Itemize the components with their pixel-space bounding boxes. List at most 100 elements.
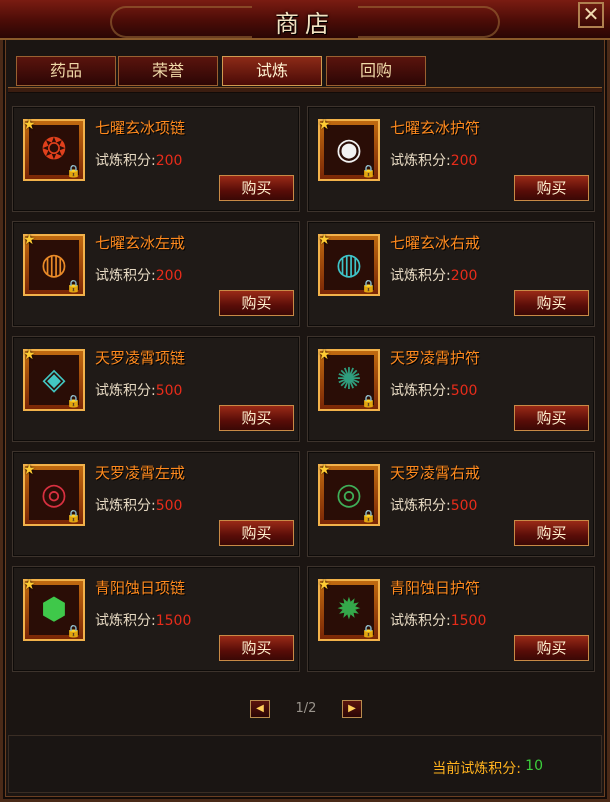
item-slot[interactable]: ◉ ★ 🔒 [318, 117, 380, 181]
cost-value: 200 [450, 153, 478, 169]
lock-icon: 🔒 [361, 509, 376, 523]
item-slot[interactable]: ⬢ ★ 🔒 [23, 577, 85, 641]
lock-icon: 🔒 [361, 394, 376, 408]
star-icon: ★ [318, 117, 331, 133]
footer-panel: 当前试炼积分: 10 [8, 735, 602, 793]
lock-icon: 🔒 [66, 279, 81, 293]
cost-label: 试炼积分: [95, 613, 156, 629]
item-cost: 试炼积分:1500 [390, 610, 486, 630]
window-title: 商店 [275, 10, 335, 38]
cost-label: 试炼积分: [390, 498, 451, 514]
star-icon: ★ [23, 117, 36, 133]
buy-button[interactable]: 购买 [514, 635, 589, 661]
item-slot[interactable]: ✺ ★ 🔒 [318, 347, 380, 411]
buy-button[interactable]: 购买 [219, 520, 294, 546]
item-cost: 试炼积分:200 [390, 150, 477, 170]
item-slot[interactable]: ✹ ★ 🔒 [318, 577, 380, 641]
buy-button[interactable]: 购买 [219, 635, 294, 661]
cost-value: 1500 [450, 613, 487, 629]
cost-label: 试炼积分: [95, 383, 156, 399]
buy-button[interactable]: 购买 [514, 290, 589, 316]
item-slot[interactable]: ◈ ★ 🔒 [23, 347, 85, 411]
cost-value: 500 [155, 383, 183, 399]
close-button[interactable]: ✕ [578, 2, 604, 28]
buy-button[interactable]: 购买 [514, 175, 589, 201]
page-indicator: 1/2 [295, 701, 317, 716]
item-cost: 试炼积分:200 [95, 150, 182, 170]
item-name: 青阳蚀日护符 [390, 579, 481, 597]
lock-icon: 🔒 [66, 394, 81, 408]
item-name: 天罗凌霄护符 [390, 349, 481, 367]
cost-value: 500 [450, 498, 478, 514]
star-icon: ★ [318, 232, 331, 248]
item-slot[interactable]: ◎ ★ 🔒 [23, 462, 85, 526]
cost-label: 试炼积分: [390, 383, 451, 399]
buy-button[interactable]: 购买 [219, 175, 294, 201]
item-cost: 试炼积分:500 [95, 380, 182, 400]
item-slot[interactable]: ◍ ★ 🔒 [23, 232, 85, 296]
cost-value: 200 [450, 268, 478, 284]
title-bar: 商店 ✕ [0, 0, 610, 40]
item-cost: 试炼积分:500 [95, 495, 182, 515]
cost-label: 试炼积分: [95, 153, 156, 169]
star-icon: ★ [23, 347, 36, 363]
buy-button[interactable]: 购买 [219, 290, 294, 316]
item-name: 七曜玄冰右戒 [390, 234, 481, 252]
cost-value: 500 [450, 383, 478, 399]
points-value: 10 [525, 758, 543, 774]
buy-button[interactable]: 购买 [514, 520, 589, 546]
tab-trial[interactable]: 试炼 [222, 56, 322, 86]
item-name: 青阳蚀日项链 [95, 579, 186, 597]
cost-label: 试炼积分: [95, 498, 156, 514]
tab-divider [8, 87, 602, 93]
item-cost: 试炼积分:200 [95, 265, 182, 285]
cost-label: 试炼积分: [390, 153, 451, 169]
item-cost: 试炼积分:1500 [95, 610, 191, 630]
item-name: 天罗凌霄左戒 [95, 464, 186, 482]
cost-value: 200 [155, 153, 183, 169]
shop-item-card: ◎ ★ 🔒 天罗凌霄右戒 试炼积分:500 购买 [307, 451, 595, 557]
item-name: 天罗凌霄项链 [95, 349, 186, 367]
lock-icon: 🔒 [66, 164, 81, 178]
shop-item-card: ✺ ★ 🔒 天罗凌霄护符 试炼积分:500 购买 [307, 336, 595, 442]
item-grid: ❂ ★ 🔒 七曜玄冰项链 试炼积分:200 购买 ◉ ★ 🔒 七曜玄冰护符 试炼… [12, 100, 598, 680]
next-page-button[interactable]: ▶ [342, 700, 362, 718]
shop-item-card: ❂ ★ 🔒 七曜玄冰项链 试炼积分:200 购买 [12, 106, 300, 212]
tab-medicine[interactable]: 药品 [16, 56, 116, 86]
prev-page-button[interactable]: ◀ [250, 700, 270, 718]
shop-item-card: ◎ ★ 🔒 天罗凌霄左戒 试炼积分:500 购买 [12, 451, 300, 557]
shop-item-card: ✹ ★ 🔒 青阳蚀日护符 试炼积分:1500 购买 [307, 566, 595, 672]
cost-label: 试炼积分: [95, 268, 156, 284]
tab-honor[interactable]: 荣誉 [118, 56, 218, 86]
item-name: 七曜玄冰项链 [95, 119, 186, 137]
shop-item-card: ◉ ★ 🔒 七曜玄冰护符 试炼积分:200 购买 [307, 106, 595, 212]
buy-button[interactable]: 购买 [514, 405, 589, 431]
cost-value: 1500 [155, 613, 192, 629]
star-icon: ★ [23, 577, 36, 593]
cost-label: 试炼积分: [390, 613, 451, 629]
item-name: 天罗凌霄右戒 [390, 464, 481, 482]
tab-buyback[interactable]: 回购 [326, 56, 426, 86]
lock-icon: 🔒 [361, 624, 376, 638]
item-name: 七曜玄冰左戒 [95, 234, 186, 252]
item-cost: 试炼积分:500 [390, 495, 477, 515]
shop-item-card: ◈ ★ 🔒 天罗凌霄项链 试炼积分:500 购买 [12, 336, 300, 442]
shop-item-card: ◍ ★ 🔒 七曜玄冰左戒 试炼积分:200 购买 [12, 221, 300, 327]
shop-item-card: ◍ ★ 🔒 七曜玄冰右戒 试炼积分:200 购买 [307, 221, 595, 327]
item-slot[interactable]: ❂ ★ 🔒 [23, 117, 85, 181]
cost-label: 试炼积分: [390, 268, 451, 284]
item-cost: 试炼积分:200 [390, 265, 477, 285]
star-icon: ★ [23, 232, 36, 248]
buy-button[interactable]: 购买 [219, 405, 294, 431]
star-icon: ★ [318, 577, 331, 593]
lock-icon: 🔒 [361, 279, 376, 293]
star-icon: ★ [318, 462, 331, 478]
cost-value: 200 [155, 268, 183, 284]
lock-icon: 🔒 [66, 509, 81, 523]
cost-value: 500 [155, 498, 183, 514]
lock-icon: 🔒 [361, 164, 376, 178]
item-slot[interactable]: ◍ ★ 🔒 [318, 232, 380, 296]
star-icon: ★ [23, 462, 36, 478]
lock-icon: 🔒 [66, 624, 81, 638]
item-slot[interactable]: ◎ ★ 🔒 [318, 462, 380, 526]
